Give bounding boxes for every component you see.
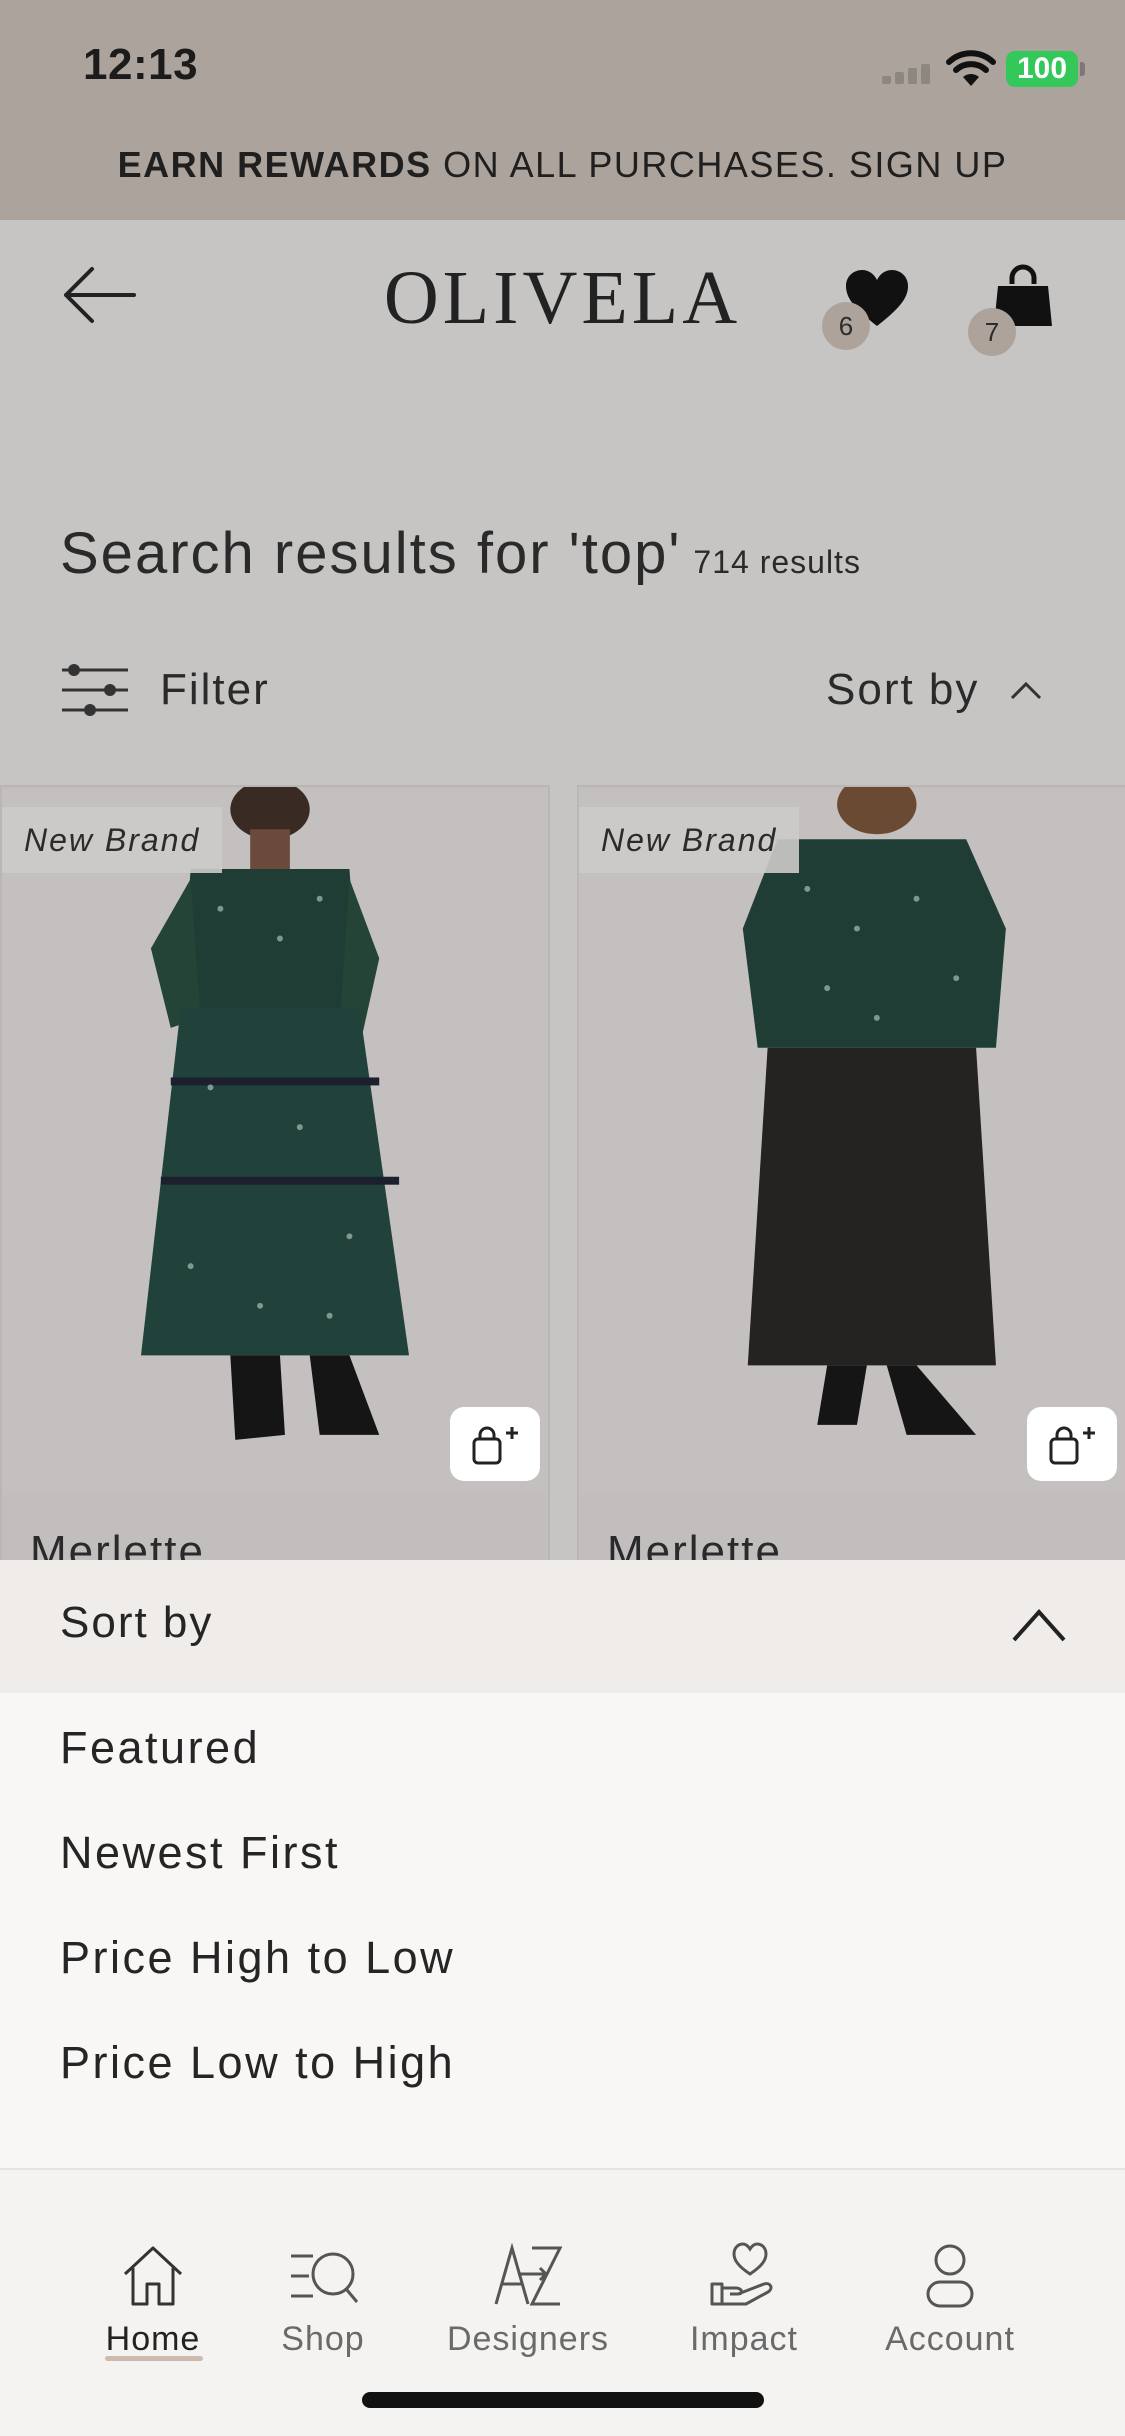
results-count: 714 results xyxy=(693,544,861,580)
chevron-up-icon[interactable] xyxy=(1010,1600,1068,1650)
battery-cap xyxy=(1080,62,1085,76)
new-brand-tag: New Brand xyxy=(579,807,800,873)
tab-shop[interactable]: Shop xyxy=(233,2240,413,2359)
search-query-text: Search results for 'top' xyxy=(60,521,682,586)
promo-bold-text: EARN REWARDS xyxy=(117,144,432,185)
sort-by-sheet: Sort by Featured Newest First Price High… xyxy=(0,1560,1125,2170)
tab-account[interactable]: Account xyxy=(860,2240,1040,2359)
home-icon xyxy=(123,2246,183,2306)
home-indicator xyxy=(362,2392,764,2408)
product-card[interactable]: New Brand Merlette xyxy=(0,785,550,1565)
active-tab-indicator xyxy=(105,2356,203,2361)
wifi-icon xyxy=(946,50,996,86)
sort-by-label: Sort by xyxy=(826,665,980,714)
heart-hand-icon xyxy=(710,2242,773,2306)
sliders-icon xyxy=(62,664,128,716)
sort-option-price-high-to-low[interactable]: Price High to Low xyxy=(60,1932,455,1984)
tab-label: Impact xyxy=(689,2320,799,2358)
app-header: OLIVELA 6 7 xyxy=(0,220,1125,370)
shop-search-icon xyxy=(291,2252,359,2303)
bag-plus-icon xyxy=(1049,1426,1095,1465)
product-image xyxy=(579,787,1125,1495)
tab-label: Shop xyxy=(281,2320,365,2358)
brand-logo[interactable]: OLIVELA xyxy=(0,255,1125,342)
bag-plus-icon xyxy=(472,1426,518,1465)
filter-label: Filter xyxy=(160,665,270,714)
sort-by-button[interactable]: Sort by xyxy=(826,655,1043,725)
tab-label: Home xyxy=(105,2320,201,2358)
tab-impact[interactable]: Impact xyxy=(654,2240,834,2359)
status-bar: 12:13 100 xyxy=(0,0,1125,135)
product-card[interactable]: New Brand Merlette xyxy=(577,785,1125,1565)
status-time: 12:13 xyxy=(83,40,199,89)
shopping-bag-button[interactable]: 7 xyxy=(966,260,1056,356)
new-brand-tag: New Brand xyxy=(2,807,223,873)
sort-option-newest-first[interactable]: Newest First xyxy=(60,1827,340,1879)
tab-label: Designers xyxy=(446,2320,610,2358)
wishlist-count-badge: 6 xyxy=(822,302,870,350)
bag-count-badge: 7 xyxy=(968,308,1016,356)
cellular-signal-icon xyxy=(882,62,934,84)
chevron-up-icon xyxy=(1011,681,1042,700)
promo-text: ON ALL PURCHASES. SIGN UP xyxy=(431,144,1008,185)
search-results-heading: Search results for 'top' 714 results xyxy=(60,520,861,587)
sort-option-price-low-to-high[interactable]: Price Low to High xyxy=(60,2037,455,2089)
product-image xyxy=(2,787,548,1495)
add-to-bag-button[interactable] xyxy=(450,1407,540,1481)
filter-button[interactable]: Filter xyxy=(60,655,270,725)
battery-indicator: 100 xyxy=(1006,51,1078,87)
wishlist-button[interactable]: 6 xyxy=(822,260,912,350)
sort-sheet-header[interactable]: Sort by xyxy=(0,1560,1125,1693)
person-icon xyxy=(926,2244,974,2308)
a-to-z-icon xyxy=(494,2242,563,2306)
sort-option-featured[interactable]: Featured xyxy=(60,1722,260,1774)
sort-sheet-title: Sort by xyxy=(60,1598,214,1647)
tab-home[interactable]: Home xyxy=(63,2240,243,2359)
tab-label: Account xyxy=(885,2320,1015,2358)
tab-designers[interactable]: Designers xyxy=(438,2240,618,2359)
rewards-promo-banner[interactable]: EARN REWARDS ON ALL PURCHASES. SIGN UP xyxy=(0,135,1125,220)
add-to-bag-button[interactable] xyxy=(1027,1407,1117,1481)
